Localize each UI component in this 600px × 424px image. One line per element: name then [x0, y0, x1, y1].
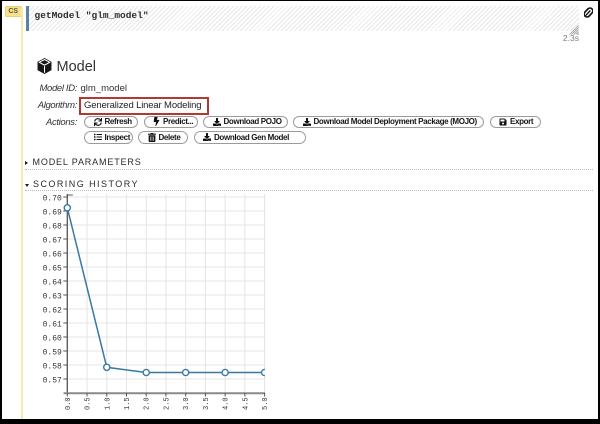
svg-text:0.60: 0.60	[43, 334, 62, 343]
svg-text:0.58: 0.58	[43, 362, 62, 371]
svg-text:5.0: 5.0	[262, 397, 270, 410]
svg-text:3.5: 3.5	[203, 397, 211, 410]
svg-text:0.63: 0.63	[43, 292, 62, 301]
svg-text:0.0: 0.0	[65, 397, 73, 410]
svg-text:0.65: 0.65	[43, 264, 62, 273]
svg-text:0.59: 0.59	[43, 348, 62, 357]
svg-text:0.69: 0.69	[43, 208, 62, 217]
svg-text:0.57: 0.57	[43, 376, 62, 385]
svg-text:2.0: 2.0	[144, 397, 152, 410]
svg-text:0.5: 0.5	[85, 397, 93, 410]
svg-text:4.5: 4.5	[242, 397, 250, 410]
svg-text:1.5: 1.5	[124, 397, 132, 410]
svg-text:3.0: 3.0	[183, 397, 191, 410]
svg-text:0.64: 0.64	[43, 278, 62, 287]
svg-text:0.70: 0.70	[43, 194, 62, 203]
svg-text:0.61: 0.61	[43, 320, 62, 329]
svg-text:0.66: 0.66	[43, 250, 62, 259]
svg-text:2.5: 2.5	[163, 397, 171, 410]
svg-text:0.62: 0.62	[43, 306, 62, 315]
svg-text:0.67: 0.67	[43, 236, 62, 245]
svg-text:1.0: 1.0	[104, 397, 112, 410]
svg-text:4.0: 4.0	[223, 397, 231, 410]
svg-text:0.68: 0.68	[43, 222, 62, 231]
